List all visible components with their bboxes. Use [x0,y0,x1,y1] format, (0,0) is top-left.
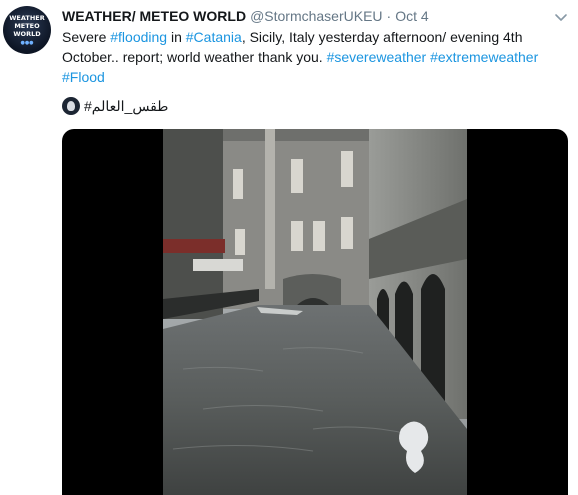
text-part: Severe [62,29,111,45]
arabic-hashtag[interactable]: طقس_العالم# [84,98,168,115]
flood-scene-image [163,129,467,495]
hashtag-flood[interactable]: #Flood [62,69,105,85]
social-icons: ●●● [20,39,34,46]
separator-dot: · [386,8,392,24]
text-part: in [167,29,186,45]
video-thumbnail[interactable] [163,129,467,495]
video-player[interactable] [62,129,568,495]
chevron-down-icon[interactable] [554,10,568,24]
avatar-line-1: WEATHER [9,13,45,22]
tweet-text: Severe #flooding in #Catania, Sicily, It… [62,27,562,87]
penguin-emoji-icon [62,97,80,115]
hashtag-severeweather[interactable]: #severeweather [327,49,427,65]
user-handle[interactable]: @StormchaserUKEU [250,8,382,24]
tweet-date[interactable]: Oct 4 [395,8,428,24]
hashtag-extremeweather[interactable]: #extremeweather [430,49,538,65]
avatar-line-2: METEO [14,21,40,30]
arabic-hashtag-line: طقس_العالم# [62,96,168,116]
display-name[interactable]: WEATHER/ METEO WORLD [62,8,246,24]
tweet-header: WEATHER/ METEO WORLD @StormchaserUKEU · … [62,8,548,26]
avatar[interactable]: WEATHER METEO WORLD ●●● [3,6,51,54]
hashtag-flooding[interactable]: #flooding [110,29,167,45]
avatar-line-3: WORLD [13,29,41,38]
hashtag-catania[interactable]: #Catania [186,29,242,45]
